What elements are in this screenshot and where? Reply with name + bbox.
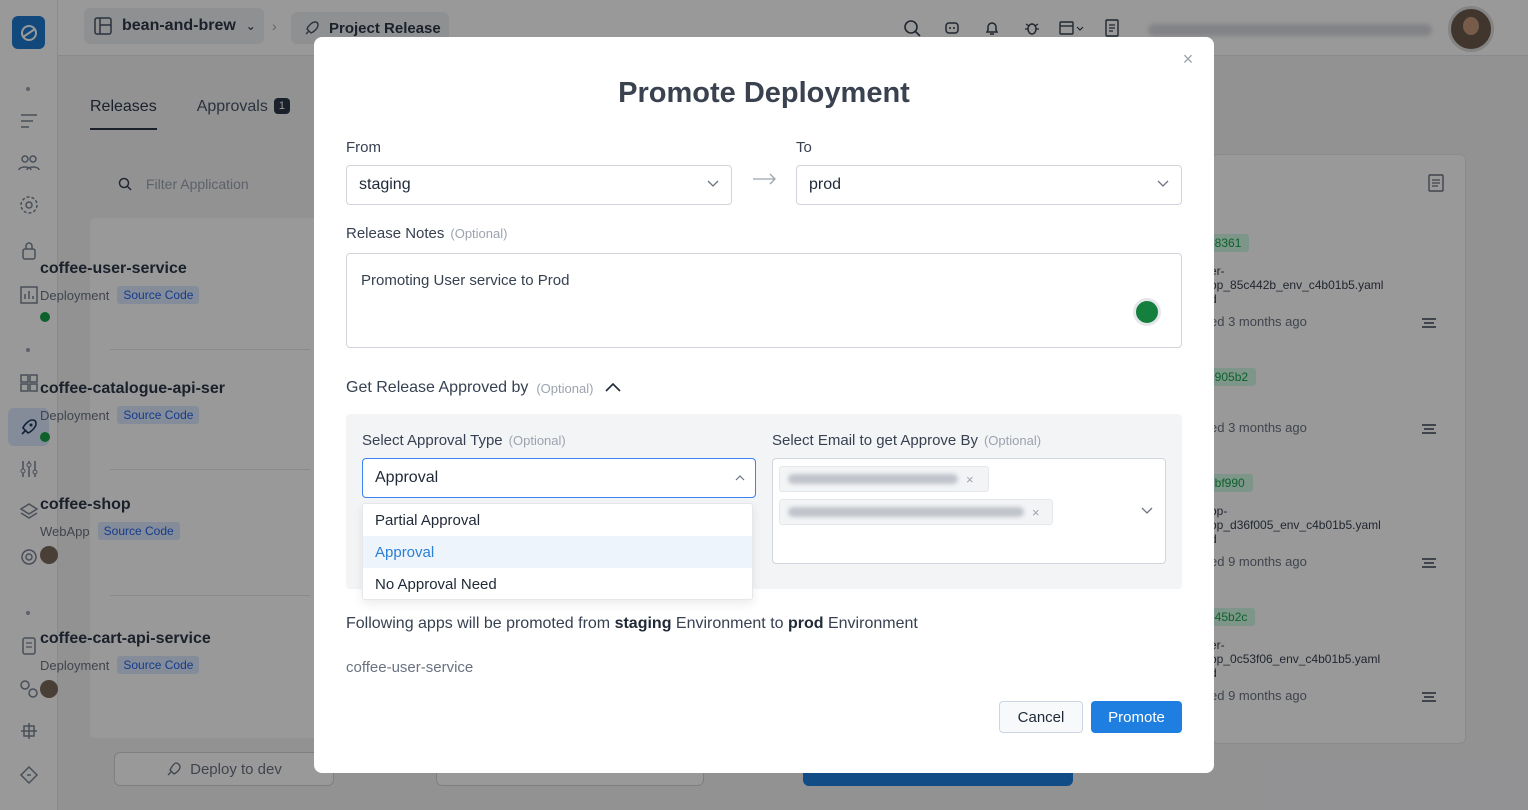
promoted-app-name: coffee-user-service — [346, 659, 474, 676]
option-partial-approval[interactable]: Partial Approval — [363, 504, 752, 536]
optional-label: (Optional) — [536, 380, 594, 396]
cancel-button[interactable]: Cancel — [999, 701, 1083, 733]
chevron-up-icon — [605, 383, 621, 392]
promote-deployment-modal: × Promote Deployment From staging To pro… — [314, 37, 1214, 773]
target-env: prod — [787, 615, 824, 632]
source-env: staging — [614, 615, 672, 632]
chevron-up-icon — [735, 475, 745, 481]
chevron-down-icon — [1157, 180, 1169, 187]
email-chip: × — [779, 466, 989, 492]
email-redacted — [788, 474, 958, 484]
remove-chip-icon[interactable]: × — [966, 472, 974, 487]
email-chip: × — [779, 499, 1053, 525]
approval-type-label: Select Approval Type (Optional) — [362, 432, 566, 449]
email-redacted — [788, 507, 1024, 517]
to-label: To — [796, 139, 812, 156]
approval-type-select[interactable]: Approval — [362, 458, 756, 498]
approver-email-select[interactable]: × × — [772, 458, 1166, 564]
grammarly-icon[interactable] — [1133, 298, 1161, 326]
approval-section-toggle[interactable]: Get Release Approved by (Optional) — [346, 379, 621, 397]
option-no-approval-need[interactable]: No Approval Need — [363, 568, 752, 600]
release-notes-label: Release Notes (Optional) — [346, 225, 508, 242]
from-environment-select[interactable]: staging — [346, 165, 732, 205]
option-approval[interactable]: Approval — [363, 536, 752, 568]
close-icon[interactable]: × — [1178, 49, 1198, 69]
to-value: prod — [809, 176, 842, 193]
approver-email-label: Select Email to get Approve By (Optional) — [772, 432, 1042, 449]
promotion-summary: Following apps will be promoted from sta… — [346, 615, 918, 632]
chevron-down-icon — [707, 180, 719, 187]
from-value: staging — [359, 176, 411, 193]
to-environment-select[interactable]: prod — [796, 165, 1182, 205]
approval-type-value: Approval — [375, 469, 439, 486]
from-label: From — [346, 139, 381, 156]
chevron-down-icon — [1141, 507, 1153, 514]
remove-chip-icon[interactable]: × — [1032, 505, 1040, 520]
modal-title: Promote Deployment — [618, 77, 910, 109]
release-notes-textarea[interactable]: Promoting User service to Prod — [346, 253, 1182, 348]
approval-section-label: Get Release Approved by — [346, 379, 529, 396]
approval-type-dropdown: Partial Approval Approval No Approval Ne… — [362, 503, 753, 600]
promote-button[interactable]: Promote — [1091, 701, 1182, 733]
arrow-right-icon — [753, 173, 776, 185]
release-notes-value: Promoting User service to Prod — [361, 272, 570, 289]
